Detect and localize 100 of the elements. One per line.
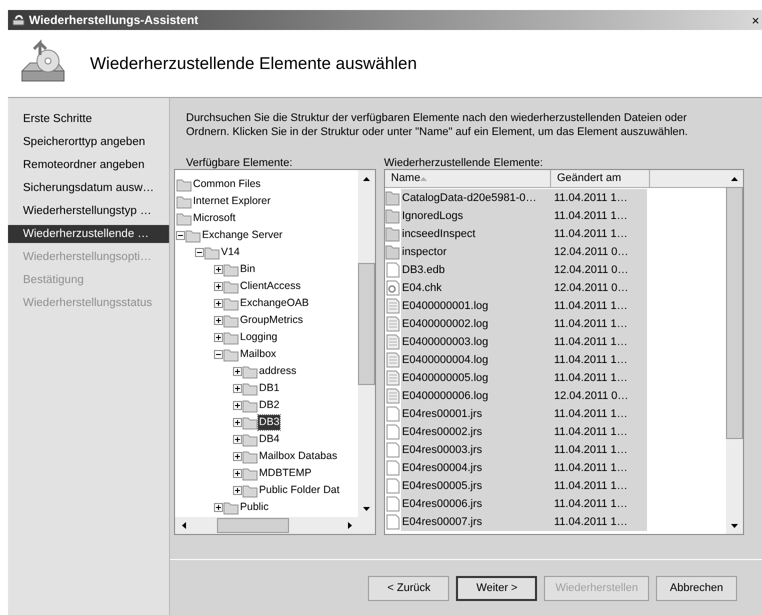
- sidebar-item[interactable]: Speicherorttyp angeben: [8, 133, 169, 151]
- expand-toggle[interactable]: [233, 486, 242, 495]
- file-name[interactable]: IgnoredLogs: [401, 207, 548, 225]
- left-arrow-icon[interactable]: [182, 522, 186, 529]
- file-name[interactable]: E0400000002.log: [401, 315, 548, 333]
- tree-item[interactable]: DB3: [258, 414, 280, 430]
- column-header[interactable]: Geändert am: [551, 170, 650, 187]
- tree-item[interactable]: Common Files: [192, 176, 262, 192]
- collapse-toggle[interactable]: [195, 248, 204, 257]
- tree-item[interactable]: ClientAccess: [239, 278, 302, 294]
- expand-toggle[interactable]: [233, 367, 242, 376]
- folder-icon: [242, 398, 258, 414]
- folder-icon: [223, 346, 239, 362]
- file-name[interactable]: E04res00006.jrs: [401, 495, 548, 513]
- file-name[interactable]: E0400000006.log: [401, 387, 548, 405]
- expand-toggle[interactable]: [214, 299, 223, 308]
- sidebar-item[interactable]: Sicherungsdatum ausw…: [8, 179, 169, 197]
- expand-toggle[interactable]: [214, 503, 223, 512]
- file-name[interactable]: CatalogData-d20e5981-0…: [401, 189, 548, 207]
- file-name[interactable]: E0400000001.log: [401, 297, 548, 315]
- sidebar-item[interactable]: Wiederherzustellende …: [8, 225, 169, 243]
- table-cell: 11.04.2011 1…: [548, 207, 647, 225]
- file-name[interactable]: E04.chk: [401, 279, 548, 297]
- tree-item[interactable]: MDBTEMP: [258, 466, 312, 482]
- scrollbar-thumb[interactable]: [217, 518, 289, 533]
- table-cell: 11.04.2011 1…: [548, 441, 647, 459]
- vertical-scrollbar[interactable]: [726, 170, 743, 534]
- folder-icon: [385, 190, 401, 206]
- scrollbar-thumb[interactable]: [358, 263, 375, 385]
- wizard-button[interactable]: Weiter >: [456, 576, 538, 601]
- up-arrow-icon[interactable]: [363, 176, 370, 180]
- tree-item[interactable]: V14: [220, 244, 241, 260]
- scrollbar-thumb[interactable]: [726, 187, 743, 439]
- table-cell: 11.04.2011 1…: [548, 225, 647, 243]
- file-name[interactable]: E0400000005.log: [401, 369, 548, 387]
- close-button[interactable]: ×: [750, 14, 762, 26]
- expand-toggle[interactable]: [233, 418, 242, 427]
- tree-item[interactable]: Bin: [239, 262, 256, 278]
- file-name[interactable]: E04res00007.jrs: [401, 513, 548, 531]
- tree-item[interactable]: DB4: [258, 432, 280, 448]
- folder-icon: [223, 296, 239, 312]
- table-cell: 11.04.2011 1…: [548, 369, 647, 387]
- tree-item[interactable]: DB2: [258, 398, 280, 414]
- file-name[interactable]: E04res00005.jrs: [401, 477, 548, 495]
- text-file-icon: [385, 370, 401, 386]
- tree-item[interactable]: Mailbox: [239, 346, 278, 362]
- tree-item[interactable]: GroupMetrics: [239, 312, 304, 328]
- folder-icon: [242, 414, 258, 430]
- up-arrow-icon[interactable]: [731, 176, 738, 180]
- down-arrow-icon[interactable]: [363, 506, 370, 510]
- file-name[interactable]: DB3.edb: [401, 261, 548, 279]
- file-name[interactable]: E0400000003.log: [401, 333, 548, 351]
- expand-toggle[interactable]: [214, 316, 223, 325]
- horizontal-scrollbar[interactable]: [175, 517, 375, 534]
- sidebar-item[interactable]: Erste Schritte: [8, 110, 169, 128]
- column-header[interactable]: Name: [385, 170, 551, 187]
- table-cell: 12.04.2011 0…: [548, 261, 647, 279]
- table-cell: 12.04.2011 0…: [548, 387, 647, 405]
- text-file-icon: [385, 352, 401, 368]
- file-name[interactable]: E04res00003.jrs: [401, 441, 548, 459]
- file-name[interactable]: E04res00002.jrs: [401, 423, 548, 441]
- tree-item[interactable]: Microsoft: [192, 210, 237, 226]
- tree-item[interactable]: ExchangeOAB: [239, 296, 310, 312]
- right-arrow-icon[interactable]: [348, 522, 352, 529]
- tree-item[interactable]: DB1: [258, 380, 280, 396]
- file-name[interactable]: E0400000004.log: [401, 351, 548, 369]
- expand-toggle[interactable]: [233, 384, 242, 393]
- folder-icon: [242, 482, 258, 498]
- table-cell: 12.04.2011 0…: [548, 279, 647, 297]
- tree-item[interactable]: Exchange Server: [201, 228, 284, 244]
- tree-item[interactable]: address: [258, 364, 298, 380]
- expand-toggle[interactable]: [214, 333, 223, 342]
- text-file-icon: [385, 388, 401, 404]
- down-arrow-icon[interactable]: [731, 524, 738, 528]
- expand-toggle[interactable]: [214, 265, 223, 274]
- expand-toggle[interactable]: [214, 282, 223, 291]
- folder-icon: [223, 262, 239, 278]
- tree-item[interactable]: Mailbox Databas: [258, 448, 338, 464]
- tree-item[interactable]: Internet Explorer: [192, 194, 272, 210]
- sidebar-item[interactable]: Remoteordner angeben: [8, 156, 169, 174]
- expand-toggle[interactable]: [233, 452, 242, 461]
- expand-toggle[interactable]: [233, 469, 242, 478]
- collapse-toggle[interactable]: [176, 231, 185, 240]
- expand-toggle[interactable]: [233, 435, 242, 444]
- tree-item[interactable]: Logging: [239, 330, 278, 346]
- folder-icon: [223, 330, 239, 346]
- file-name[interactable]: incseedInspect: [401, 225, 548, 243]
- table-cell: 11.04.2011 1…: [548, 459, 647, 477]
- file-name[interactable]: inspector: [401, 243, 548, 261]
- wizard-button[interactable]: < Zurück: [368, 576, 450, 601]
- folder-icon: [242, 448, 258, 464]
- wizard-button[interactable]: Abbrechen: [656, 576, 737, 601]
- vertical-scrollbar[interactable]: [358, 170, 375, 517]
- expand-toggle[interactable]: [233, 401, 242, 410]
- sidebar-item[interactable]: Wiederherstellungstyp …: [8, 202, 169, 220]
- tree-item[interactable]: Public: [239, 500, 270, 516]
- file-name[interactable]: E04res00001.jrs: [401, 405, 548, 423]
- tree-item[interactable]: Public Folder Dat: [258, 482, 341, 498]
- collapse-toggle[interactable]: [214, 350, 223, 359]
- file-name[interactable]: E04res00004.jrs: [401, 459, 548, 477]
